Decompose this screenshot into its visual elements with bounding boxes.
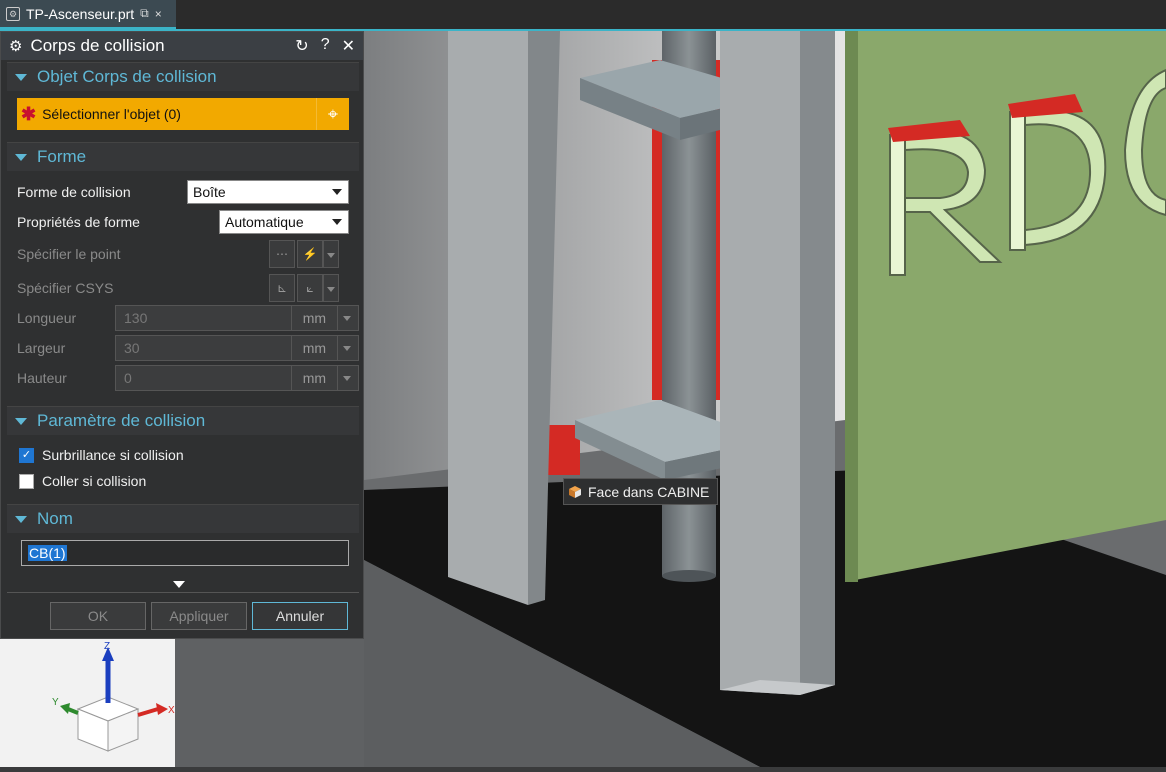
highlight-collision-checkbox[interactable]: ✓ Surbrillance si collision bbox=[19, 443, 184, 467]
collision-shape-select[interactable]: Boîte bbox=[187, 180, 349, 204]
close-tab-icon[interactable]: × bbox=[155, 7, 162, 21]
apply-button[interactable]: Appliquer bbox=[151, 602, 247, 630]
collision-shape-label: Forme de collision bbox=[17, 184, 131, 200]
highlight-collision-label: Surbrillance si collision bbox=[42, 447, 184, 463]
name-section-title: Nom bbox=[37, 509, 73, 528]
height-value: 0 bbox=[124, 370, 132, 386]
x-axis-label: X bbox=[168, 705, 175, 716]
expand-more-icon[interactable] bbox=[173, 581, 185, 588]
object-section: Objet Corps de collision ✱ Sélectionner … bbox=[7, 62, 359, 140]
specify-point-label: Spécifier le point bbox=[17, 246, 121, 262]
name-section-header[interactable]: Nom bbox=[7, 504, 359, 533]
part-file-icon: ⚙ bbox=[6, 6, 20, 21]
object-section-header[interactable]: Objet Corps de collision bbox=[7, 62, 359, 91]
point-dialog-icon[interactable]: ⋯ bbox=[269, 240, 295, 268]
width-dropdown-icon[interactable] bbox=[337, 336, 358, 360]
chevron-down-icon bbox=[332, 189, 342, 195]
right-post bbox=[720, 31, 800, 695]
specify-point-row: Spécifier le point ⋯ ⚡ bbox=[17, 240, 349, 268]
shape-section-title: Forme bbox=[37, 147, 87, 166]
collision-shape-value: Boîte bbox=[193, 184, 226, 200]
height-row: Hauteur 0 mm bbox=[17, 365, 359, 391]
width-value: 30 bbox=[124, 340, 140, 356]
left-post bbox=[448, 31, 528, 605]
name-section: Nom CB(1) bbox=[7, 504, 359, 576]
collapse-triangle-icon bbox=[15, 515, 27, 523]
point-dropdown-icon[interactable] bbox=[323, 240, 339, 268]
rdc-panel bbox=[845, 31, 1166, 582]
name-value: CB(1) bbox=[28, 545, 67, 561]
csys-dialog-icon[interactable]: ⊾ bbox=[269, 274, 295, 302]
shape-section-header[interactable]: Forme bbox=[7, 142, 359, 171]
empty-checkbox-icon bbox=[19, 473, 34, 489]
collision-params-section: Paramètre de collision ✓ Surbrillance si… bbox=[7, 406, 359, 500]
specify-csys-label: Spécifier CSYS bbox=[17, 280, 114, 296]
collapse-triangle-icon bbox=[15, 73, 27, 81]
length-row: Longueur 130 mm bbox=[17, 305, 359, 331]
collision-params-title: Paramètre de collision bbox=[37, 411, 206, 430]
collision-shape-row: Forme de collision Boîte bbox=[17, 179, 349, 205]
reset-icon[interactable]: ↻ bbox=[295, 36, 308, 56]
collapse-triangle-icon bbox=[15, 417, 27, 425]
dialog-title-bar[interactable]: ⚙ Corps de collision ↻ ? ✕ bbox=[1, 32, 363, 60]
shape-section: Forme Forme de collision Boîte Propriété… bbox=[7, 142, 359, 404]
document-tab-title: TP-Ascenseur.prt bbox=[26, 5, 135, 22]
required-star-icon: ✱ bbox=[21, 103, 37, 124]
length-input[interactable]: 130 mm bbox=[115, 305, 359, 331]
width-input[interactable]: 30 mm bbox=[115, 335, 359, 361]
shape-properties-row: Propriétés de forme Automatique bbox=[17, 209, 349, 235]
tooltip-text: Face dans CABINE bbox=[588, 483, 710, 500]
close-icon[interactable]: ✕ bbox=[342, 36, 355, 56]
specify-csys-row: Spécifier CSYS ⊾ ⟀ bbox=[17, 274, 349, 302]
inferred-point-icon[interactable]: ⚡ bbox=[297, 240, 323, 268]
object-section-title: Objet Corps de collision bbox=[37, 67, 217, 86]
ok-button[interactable]: OK bbox=[50, 602, 146, 630]
csys-axes-icon[interactable]: ⟀ bbox=[297, 274, 323, 302]
collision-body-dialog: ⚙ Corps de collision ↻ ? ✕ Objet Corps d… bbox=[0, 31, 364, 639]
stick-collision-label: Coller si collision bbox=[42, 473, 147, 489]
collapse-triangle-icon bbox=[15, 153, 27, 161]
y-axis-label: Y bbox=[52, 697, 59, 708]
dialog-title: Corps de collision bbox=[30, 36, 165, 55]
checkmark-icon: ✓ bbox=[19, 447, 34, 463]
document-tab-bar: ⚙ TP-Ascenseur.prt ⧉ × bbox=[0, 0, 1166, 31]
select-object-button[interactable]: ✱ Sélectionner l'objet (0) ⌖ bbox=[17, 98, 349, 130]
z-axis-label: Z bbox=[104, 641, 110, 652]
width-unit[interactable]: mm bbox=[290, 336, 338, 360]
length-label: Longueur bbox=[17, 310, 77, 326]
csys-dropdown-icon[interactable] bbox=[323, 274, 339, 302]
help-icon[interactable]: ? bbox=[321, 36, 330, 56]
gear-icon: ⚙ bbox=[9, 38, 23, 55]
face-tooltip: Face dans CABINE bbox=[563, 478, 719, 505]
height-input[interactable]: 0 mm bbox=[115, 365, 359, 391]
height-unit[interactable]: mm bbox=[290, 366, 338, 390]
crosshair-icon[interactable]: ⌖ bbox=[316, 98, 349, 130]
stick-collision-checkbox[interactable]: Coller si collision bbox=[19, 469, 146, 493]
height-label: Hauteur bbox=[17, 370, 67, 386]
shape-properties-label: Propriétés de forme bbox=[17, 214, 140, 230]
cancel-button[interactable]: Annuler bbox=[252, 602, 348, 630]
face-icon bbox=[569, 485, 581, 498]
shape-properties-value: Automatique bbox=[225, 214, 304, 230]
width-label: Largeur bbox=[17, 340, 66, 356]
select-object-label: Sélectionner l'objet (0) bbox=[42, 106, 181, 122]
document-tab[interactable]: ⚙ TP-Ascenseur.prt ⧉ × bbox=[0, 0, 176, 29]
name-input[interactable]: CB(1) bbox=[21, 540, 349, 566]
length-value: 130 bbox=[124, 310, 148, 326]
length-unit[interactable]: mm bbox=[290, 306, 338, 330]
length-dropdown-icon[interactable] bbox=[337, 306, 358, 330]
width-row: Largeur 30 mm bbox=[17, 335, 359, 361]
shape-properties-select[interactable]: Automatique bbox=[219, 210, 349, 234]
collision-params-header[interactable]: Paramètre de collision bbox=[7, 406, 359, 435]
chevron-down-icon bbox=[332, 219, 342, 225]
height-dropdown-icon[interactable] bbox=[337, 366, 358, 390]
view-triad[interactable]: Z Y X bbox=[0, 639, 175, 767]
pin-icon[interactable]: ⧉ bbox=[140, 6, 149, 21]
